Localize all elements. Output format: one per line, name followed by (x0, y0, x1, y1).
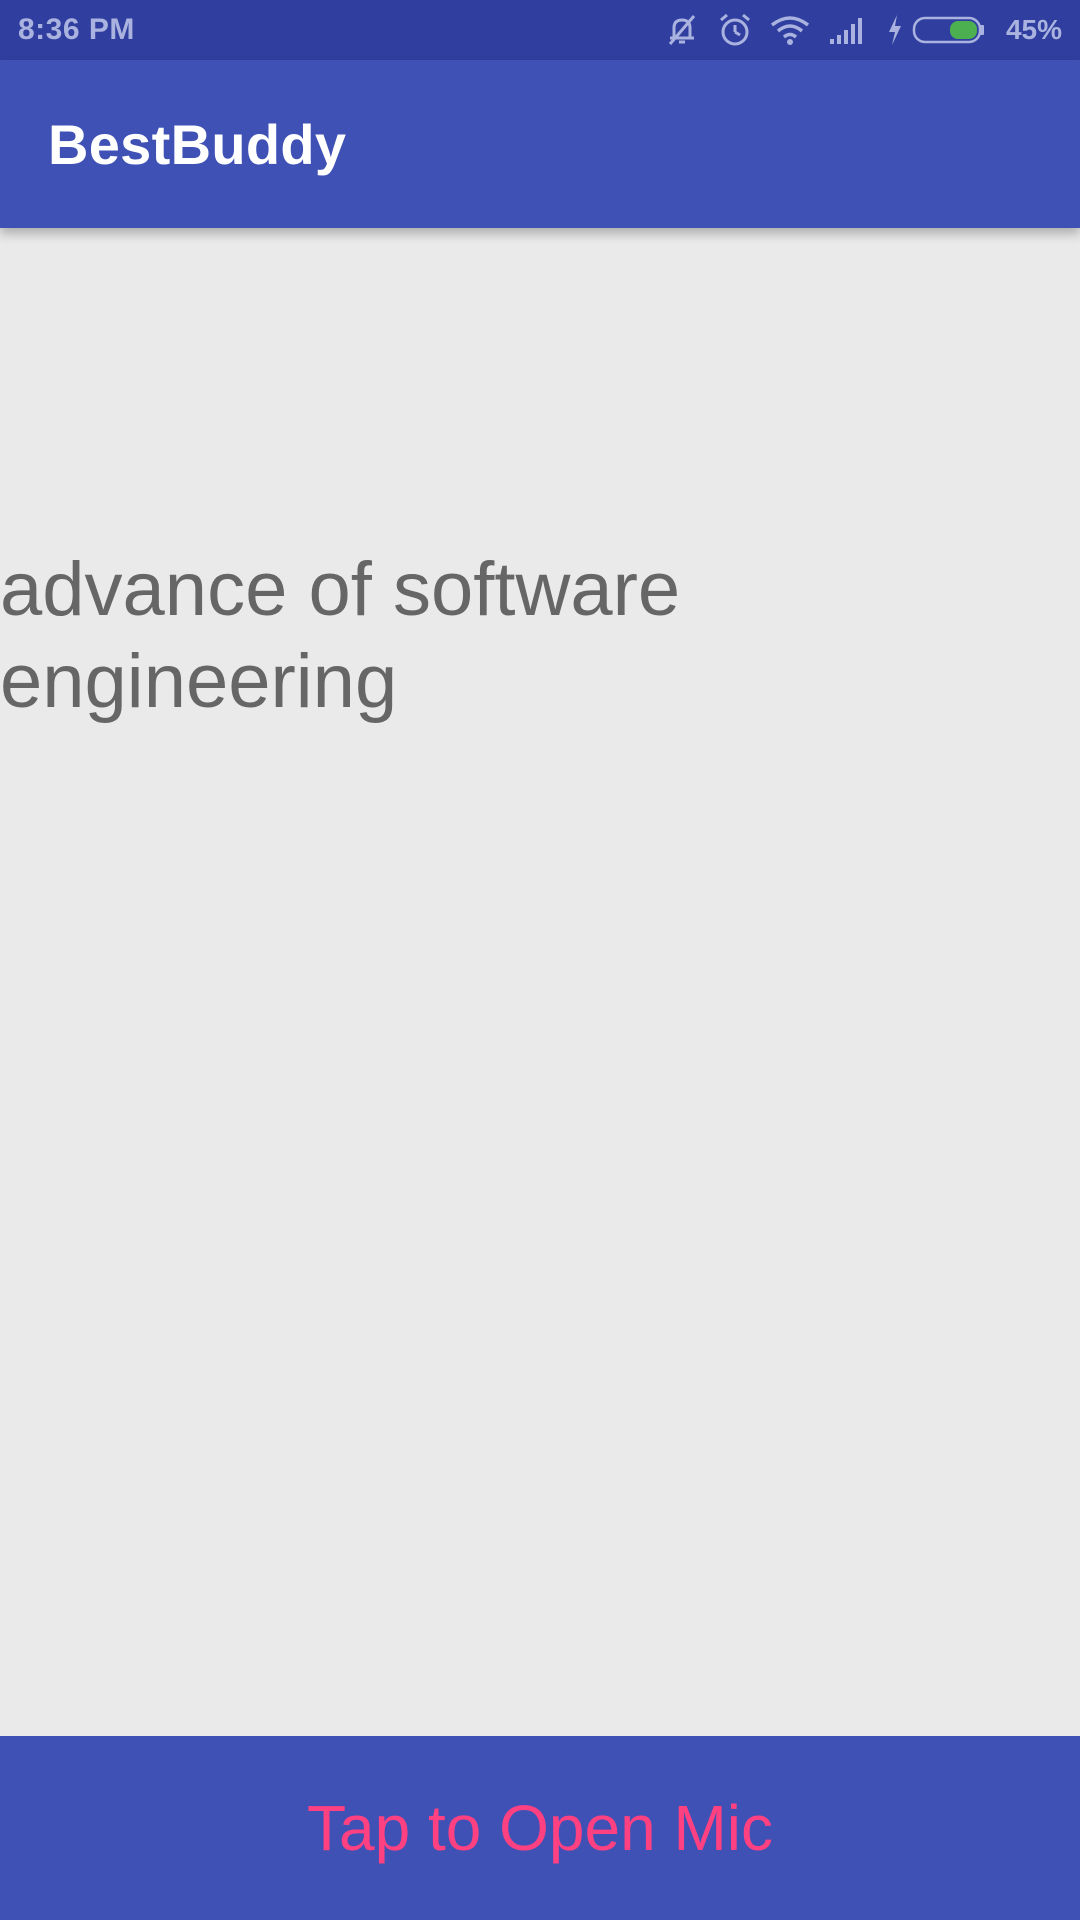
open-mic-label: Tap to Open Mic (307, 1792, 773, 1864)
content-area: advance of software engineering (0, 228, 1080, 1736)
open-mic-button[interactable]: Tap to Open Mic (0, 1736, 1080, 1920)
recognized-speech-text: advance of software engineering (0, 547, 681, 724)
status-bar: 8:36 PM 45% (0, 0, 1080, 60)
app-bar: BestBuddy (0, 60, 1080, 228)
alarm-icon (718, 12, 752, 48)
signal-icon (828, 15, 868, 45)
silent-mode-icon (664, 12, 700, 48)
battery-percent: 45% (1005, 14, 1062, 45)
charging-icon (886, 14, 904, 46)
status-icons: 45% (664, 12, 1062, 48)
screen: 8:36 PM 45% BestBuddy advance of softwar… (0, 0, 1080, 1920)
battery-icon (912, 15, 986, 45)
status-time: 8:36 PM (18, 13, 135, 46)
app-title: BestBuddy (48, 112, 347, 176)
wifi-icon (770, 15, 810, 45)
